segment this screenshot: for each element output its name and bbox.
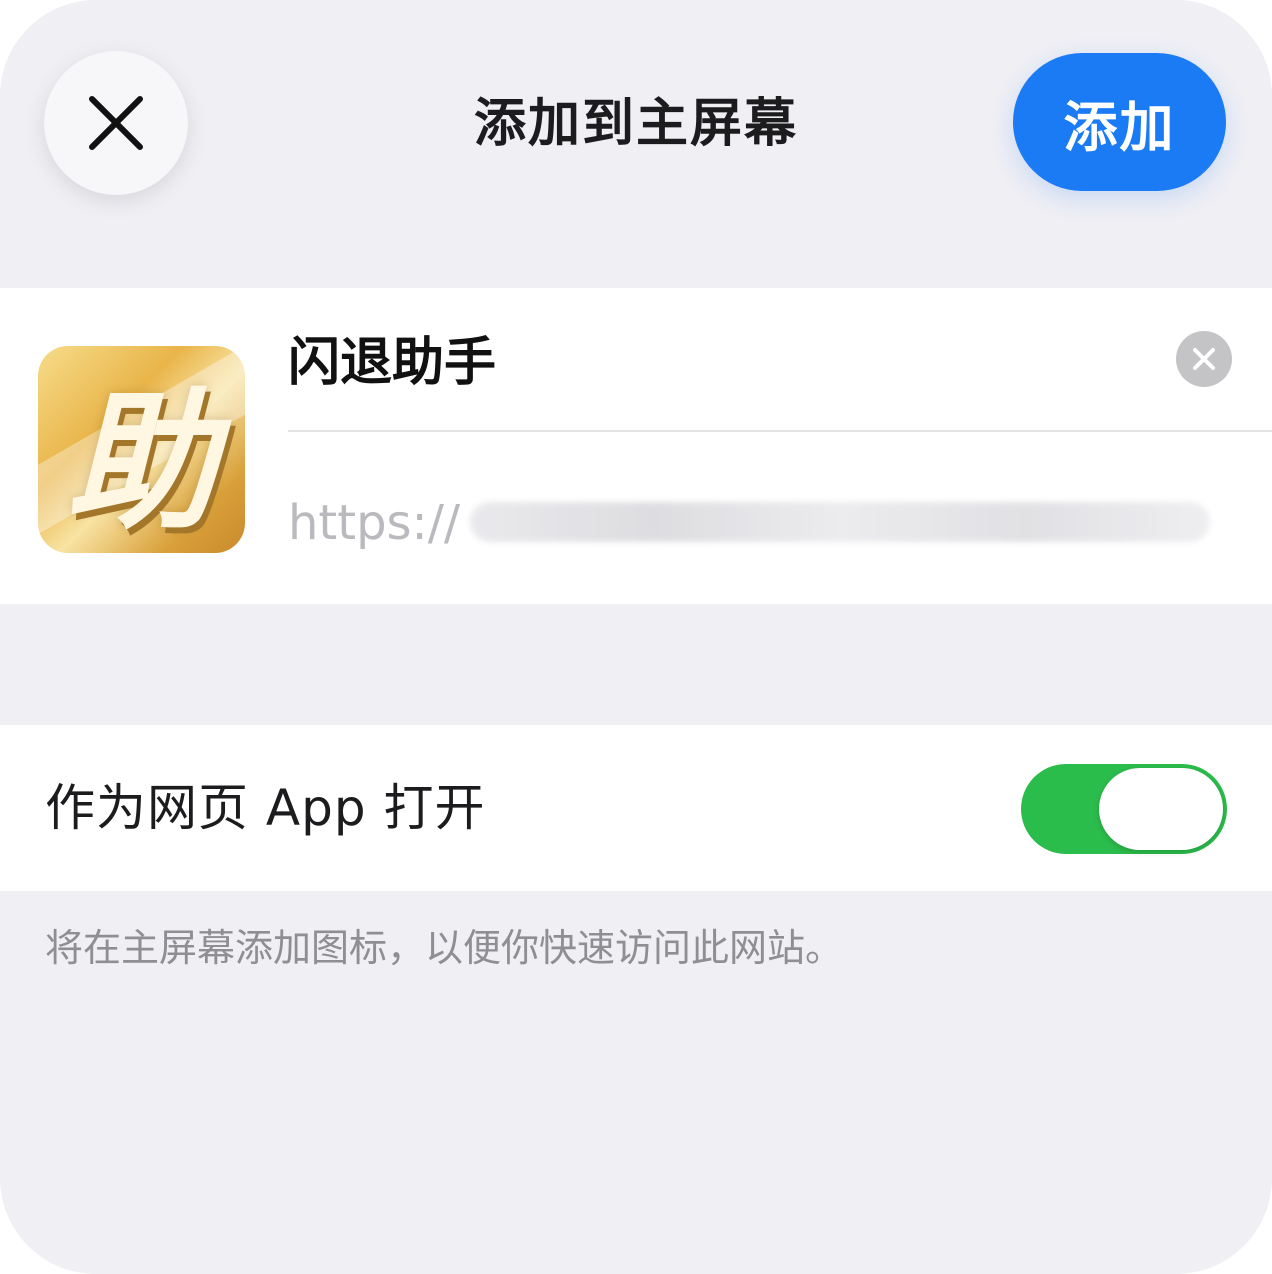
clear-icon (1193, 348, 1215, 370)
field-divider (288, 430, 1272, 432)
url-redacted (470, 502, 1210, 542)
app-icon: 助 (38, 346, 245, 553)
open-as-web-app-label: 作为网页 App 打开 (45, 779, 486, 837)
app-url: https:// (288, 495, 461, 551)
open-as-web-app-toggle[interactable] (1021, 764, 1227, 854)
app-icon-glyph: 助 (66, 376, 217, 550)
app-info-card: 助 闪退助手 https:// (0, 288, 1272, 604)
web-app-setting-row: 作为网页 App 打开 (0, 725, 1272, 891)
footer-note: 将在主屏幕添加图标，以便你快速访问此网站。 (45, 926, 844, 970)
add-button[interactable]: 添加 (1013, 53, 1226, 191)
app-name-input[interactable]: 闪退助手 (288, 328, 1168, 398)
clear-name-button[interactable] (1176, 331, 1232, 387)
toggle-knob (1099, 768, 1223, 850)
add-to-home-screen-sheet: 添加到主屏幕 添加 助 闪退助手 https:// 作为网页 App 打开 将在… (0, 0, 1272, 1274)
